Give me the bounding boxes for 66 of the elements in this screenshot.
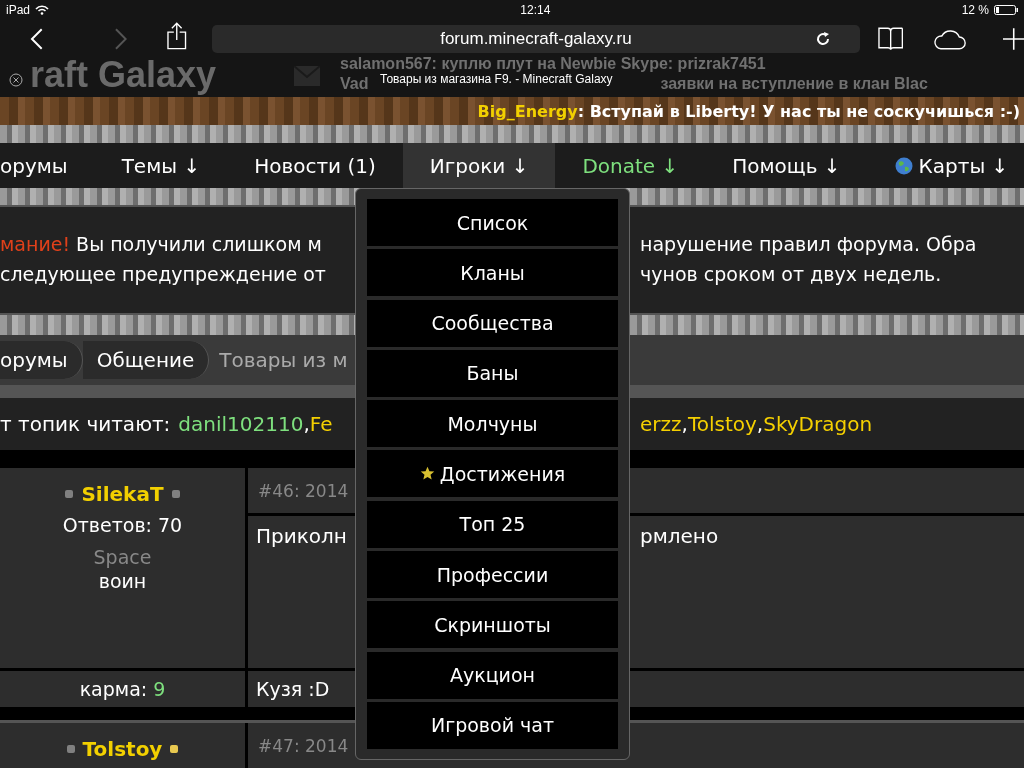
menu-item[interactable]: Скриншоты	[367, 601, 618, 649]
nav-item[interactable]: Помощь ↓	[705, 143, 868, 188]
warning-text: следующее предупреждение от	[0, 263, 326, 285]
post-number: #46: 2014	[258, 480, 349, 501]
chat-message: заявки на вступление в клан Blac	[660, 74, 928, 94]
wifi-icon	[35, 5, 50, 15]
battery-icon	[994, 5, 1018, 15]
nav-item[interactable]: Donate ↓	[555, 143, 706, 188]
tab-title[interactable]: Товары из магазина F9. - Minecraft Galaxy	[380, 72, 613, 86]
signature-text: Кузя :D	[256, 678, 330, 700]
nav-item[interactable]: Новости (1)	[227, 143, 403, 188]
reader-name: ,	[303, 412, 310, 436]
globe-icon	[894, 156, 913, 175]
readers-label: т топик читают:	[0, 412, 171, 436]
post-text: Приколн	[256, 524, 347, 548]
chat-message: salamon567: куплю плут на Newbie Skype: prizrak7451	[340, 54, 766, 74]
cloud-icon[interactable]	[933, 28, 967, 50]
menu-item[interactable]: Топ 25	[367, 500, 618, 548]
address-field[interactable]: forum.minecraft-galaxy.ru	[211, 25, 861, 53]
battery-percent: 12 %	[961, 3, 989, 17]
menu-item[interactable]: Аукцион	[367, 651, 618, 699]
reader-name: SkyDragon	[763, 412, 873, 436]
nav-item[interactable]: Темы ↓	[94, 143, 228, 188]
announcement-text: Big_Energy: Вступай в Liberty! У нас ты не соскучишься :-)	[477, 101, 1020, 121]
site-logo-text: raft Galaxy	[30, 54, 218, 96]
menu-item[interactable]: Игровой чат	[367, 701, 618, 749]
reader-name: Fe	[309, 412, 333, 436]
post-text: рмлено	[640, 524, 719, 550]
warning-text: мание! Вы получили слишком м	[0, 233, 322, 255]
warning-text: нарушение правил форума. Обра	[640, 233, 977, 255]
menu-item[interactable]: Достижения	[367, 450, 618, 498]
star-icon	[419, 466, 435, 482]
reader-name: erzz	[640, 412, 682, 436]
device-name: iPad	[6, 3, 31, 17]
breadcrumb-link[interactable]: орумы	[0, 341, 83, 379]
nav-item[interactable]: орумы	[0, 143, 95, 188]
reply-count: Ответов: 70	[62, 514, 183, 536]
user-rank: воин	[98, 570, 147, 592]
breadcrumb-link[interactable]: Общение	[82, 341, 210, 379]
warning-text: чунов сроком от двух недель.	[640, 263, 942, 285]
user-title: Space	[93, 546, 152, 568]
menu-item[interactable]: Молчуны	[367, 400, 618, 448]
reader-name: danil102110	[178, 412, 304, 436]
reader-name: ,	[681, 412, 688, 436]
author-name[interactable]: Tolstoy	[82, 737, 163, 761]
reader-name: ,	[756, 412, 764, 436]
menu-item[interactable]: Баны	[367, 349, 618, 397]
share-icon[interactable]	[167, 22, 187, 50]
nav-item[interactable]: Карты ↓	[867, 143, 1024, 188]
menu-item[interactable]: Сообщества	[367, 299, 618, 347]
menu-item[interactable]: Список	[367, 199, 618, 246]
menu-item[interactable]: Кланы	[367, 249, 618, 297]
author-name[interactable]: SilekaT	[81, 482, 164, 506]
nav-item[interactable]: Игроки ↓	[402, 143, 556, 188]
book-icon[interactable]	[878, 27, 904, 51]
clock-time: 12:14	[519, 3, 551, 17]
post-number: #47: 2014	[258, 735, 349, 756]
breadcrumb-current: Товары из м	[218, 348, 348, 372]
chat-message: Vad	[340, 74, 369, 94]
new-tab-icon[interactable]	[1002, 28, 1024, 50]
close-tab-icon[interactable]	[9, 73, 23, 87]
menu-item[interactable]: Профессии	[367, 551, 618, 599]
karma-text: карма: 9	[79, 678, 166, 700]
back-icon[interactable]	[30, 28, 44, 50]
reload-icon[interactable]	[816, 32, 831, 46]
reader-name: Tolstoy	[687, 412, 757, 436]
